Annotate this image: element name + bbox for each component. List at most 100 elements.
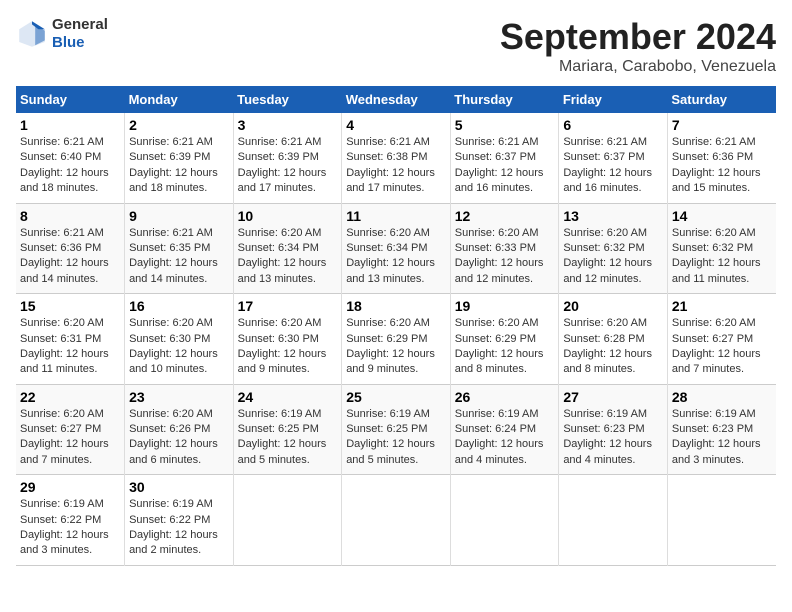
day-info: Sunrise: 6:19 AM Sunset: 6:25 PM Dayligh… bbox=[346, 407, 446, 469]
day-number: 6 bbox=[563, 117, 663, 133]
day-info: Sunrise: 6:19 AM Sunset: 6:24 PM Dayligh… bbox=[455, 407, 555, 469]
day-info: Sunrise: 6:21 AM Sunset: 6:37 PM Dayligh… bbox=[563, 135, 663, 197]
weekday-header-row: SundayMondayTuesdayWednesdayThursdayFrid… bbox=[16, 86, 776, 113]
day-number: 3 bbox=[238, 117, 338, 133]
day-cell bbox=[450, 475, 559, 566]
week-row: 8 Sunrise: 6:21 AM Sunset: 6:36 PM Daylig… bbox=[16, 203, 776, 294]
day-info: Sunrise: 6:19 AM Sunset: 6:25 PM Dayligh… bbox=[238, 407, 338, 469]
day-number: 29 bbox=[20, 479, 120, 495]
weekday-header: Thursday bbox=[450, 86, 559, 113]
day-cell: 19 Sunrise: 6:20 AM Sunset: 6:29 PM Dayli… bbox=[450, 294, 559, 385]
day-info: Sunrise: 6:19 AM Sunset: 6:23 PM Dayligh… bbox=[563, 407, 663, 469]
day-info: Sunrise: 6:20 AM Sunset: 6:32 PM Dayligh… bbox=[672, 226, 772, 288]
day-cell: 23Sunrise: 6:20 AM Sunset: 6:26 PM Dayli… bbox=[125, 384, 234, 475]
day-cell: 10 Sunrise: 6:20 AM Sunset: 6:34 PM Dayli… bbox=[233, 203, 342, 294]
day-cell: 27 Sunrise: 6:19 AM Sunset: 6:23 PM Dayli… bbox=[559, 384, 668, 475]
week-row: 15Sunrise: 6:20 AM Sunset: 6:31 PM Dayli… bbox=[16, 294, 776, 385]
day-info: Sunrise: 6:21 AM Sunset: 6:39 PM Dayligh… bbox=[129, 135, 229, 197]
day-cell bbox=[233, 475, 342, 566]
day-cell: 4 Sunrise: 6:21 AM Sunset: 6:38 PM Daylig… bbox=[342, 113, 451, 203]
day-info: Sunrise: 6:21 AM Sunset: 6:38 PM Dayligh… bbox=[346, 135, 446, 197]
day-number: 30 bbox=[129, 479, 229, 495]
day-number: 25 bbox=[346, 389, 446, 405]
day-cell: 26Sunrise: 6:19 AM Sunset: 6:24 PM Dayli… bbox=[450, 384, 559, 475]
weekday-header: Tuesday bbox=[233, 86, 342, 113]
day-cell: 11 Sunrise: 6:20 AM Sunset: 6:34 PM Dayli… bbox=[342, 203, 451, 294]
day-info: Sunrise: 6:20 AM Sunset: 6:28 PM Dayligh… bbox=[563, 316, 663, 378]
day-cell bbox=[559, 475, 668, 566]
day-cell: 7 Sunrise: 6:21 AM Sunset: 6:36 PM Daylig… bbox=[667, 113, 776, 203]
day-info: Sunrise: 6:20 AM Sunset: 6:27 PM Dayligh… bbox=[672, 316, 772, 378]
page-header: General Blue September 2024 Mariara, Car… bbox=[16, 16, 776, 76]
day-info: Sunrise: 6:20 AM Sunset: 6:30 PM Dayligh… bbox=[129, 316, 229, 378]
day-number: 1 bbox=[20, 117, 120, 133]
day-info: Sunrise: 6:19 AM Sunset: 6:22 PM Dayligh… bbox=[20, 497, 120, 559]
day-info: Sunrise: 6:20 AM Sunset: 6:30 PM Dayligh… bbox=[238, 316, 338, 378]
day-number: 17 bbox=[238, 298, 338, 314]
day-info: Sunrise: 6:19 AM Sunset: 6:22 PM Dayligh… bbox=[129, 497, 229, 559]
day-info: Sunrise: 6:21 AM Sunset: 6:36 PM Dayligh… bbox=[672, 135, 772, 197]
day-number: 10 bbox=[238, 208, 338, 224]
day-cell: 1Sunrise: 6:21 AM Sunset: 6:40 PM Daylig… bbox=[16, 113, 125, 203]
day-number: 28 bbox=[672, 389, 772, 405]
day-cell: 16 Sunrise: 6:20 AM Sunset: 6:30 PM Dayli… bbox=[125, 294, 234, 385]
week-row: 22 Sunrise: 6:20 AM Sunset: 6:27 PM Dayli… bbox=[16, 384, 776, 475]
day-cell: 17 Sunrise: 6:20 AM Sunset: 6:30 PM Dayli… bbox=[233, 294, 342, 385]
day-number: 7 bbox=[672, 117, 772, 133]
day-cell: 24Sunrise: 6:19 AM Sunset: 6:25 PM Dayli… bbox=[233, 384, 342, 475]
day-cell: 8 Sunrise: 6:21 AM Sunset: 6:36 PM Daylig… bbox=[16, 203, 125, 294]
day-number: 21 bbox=[672, 298, 772, 314]
day-number: 13 bbox=[563, 208, 663, 224]
day-cell: 14 Sunrise: 6:20 AM Sunset: 6:32 PM Dayli… bbox=[667, 203, 776, 294]
month-title: September 2024 bbox=[500, 16, 776, 58]
logo-icon bbox=[16, 18, 48, 50]
day-cell: 12Sunrise: 6:20 AM Sunset: 6:33 PM Dayli… bbox=[450, 203, 559, 294]
logo: General Blue bbox=[16, 16, 108, 52]
day-info: Sunrise: 6:20 AM Sunset: 6:33 PM Dayligh… bbox=[455, 226, 555, 288]
day-cell: 9 Sunrise: 6:21 AM Sunset: 6:35 PM Daylig… bbox=[125, 203, 234, 294]
day-number: 4 bbox=[346, 117, 446, 133]
day-number: 14 bbox=[672, 208, 772, 224]
logo-text: General Blue bbox=[52, 16, 108, 52]
day-info: Sunrise: 6:20 AM Sunset: 6:29 PM Dayligh… bbox=[455, 316, 555, 378]
location: Mariara, Carabobo, Venezuela bbox=[500, 58, 776, 76]
day-info: Sunrise: 6:20 AM Sunset: 6:29 PM Dayligh… bbox=[346, 316, 446, 378]
day-number: 8 bbox=[20, 208, 120, 224]
day-cell bbox=[342, 475, 451, 566]
day-info: Sunrise: 6:20 AM Sunset: 6:26 PM Dayligh… bbox=[129, 407, 229, 469]
day-number: 22 bbox=[20, 389, 120, 405]
day-info: Sunrise: 6:20 AM Sunset: 6:31 PM Dayligh… bbox=[20, 316, 120, 378]
weekday-header: Friday bbox=[559, 86, 668, 113]
day-info: Sunrise: 6:20 AM Sunset: 6:34 PM Dayligh… bbox=[346, 226, 446, 288]
day-cell: 15Sunrise: 6:20 AM Sunset: 6:31 PM Dayli… bbox=[16, 294, 125, 385]
day-cell: 22 Sunrise: 6:20 AM Sunset: 6:27 PM Dayli… bbox=[16, 384, 125, 475]
day-info: Sunrise: 6:21 AM Sunset: 6:35 PM Dayligh… bbox=[129, 226, 229, 288]
day-number: 2 bbox=[129, 117, 229, 133]
day-cell: 20 Sunrise: 6:20 AM Sunset: 6:28 PM Dayli… bbox=[559, 294, 668, 385]
day-number: 19 bbox=[455, 298, 555, 314]
day-number: 5 bbox=[455, 117, 555, 133]
day-cell: 30 Sunrise: 6:19 AM Sunset: 6:22 PM Dayli… bbox=[125, 475, 234, 566]
day-cell: 21 Sunrise: 6:20 AM Sunset: 6:27 PM Dayli… bbox=[667, 294, 776, 385]
day-cell: 18Sunrise: 6:20 AM Sunset: 6:29 PM Dayli… bbox=[342, 294, 451, 385]
day-info: Sunrise: 6:20 AM Sunset: 6:34 PM Dayligh… bbox=[238, 226, 338, 288]
day-number: 27 bbox=[563, 389, 663, 405]
weekday-header: Sunday bbox=[16, 86, 125, 113]
day-cell: 29 Sunrise: 6:19 AM Sunset: 6:22 PM Dayli… bbox=[16, 475, 125, 566]
day-cell: 5 Sunrise: 6:21 AM Sunset: 6:37 PM Daylig… bbox=[450, 113, 559, 203]
day-number: 20 bbox=[563, 298, 663, 314]
day-info: Sunrise: 6:20 AM Sunset: 6:27 PM Dayligh… bbox=[20, 407, 120, 469]
day-cell: 6 Sunrise: 6:21 AM Sunset: 6:37 PM Daylig… bbox=[559, 113, 668, 203]
weekday-header: Monday bbox=[125, 86, 234, 113]
day-cell: 3Sunrise: 6:21 AM Sunset: 6:39 PM Daylig… bbox=[233, 113, 342, 203]
day-info: Sunrise: 6:21 AM Sunset: 6:37 PM Dayligh… bbox=[455, 135, 555, 197]
day-number: 11 bbox=[346, 208, 446, 224]
day-number: 9 bbox=[129, 208, 229, 224]
calendar-table: SundayMondayTuesdayWednesdayThursdayFrid… bbox=[16, 86, 776, 566]
day-number: 16 bbox=[129, 298, 229, 314]
day-info: Sunrise: 6:21 AM Sunset: 6:36 PM Dayligh… bbox=[20, 226, 120, 288]
day-cell: 28 Sunrise: 6:19 AM Sunset: 6:23 PM Dayli… bbox=[667, 384, 776, 475]
day-cell: 13Sunrise: 6:20 AM Sunset: 6:32 PM Dayli… bbox=[559, 203, 668, 294]
day-cell bbox=[667, 475, 776, 566]
day-info: Sunrise: 6:19 AM Sunset: 6:23 PM Dayligh… bbox=[672, 407, 772, 469]
